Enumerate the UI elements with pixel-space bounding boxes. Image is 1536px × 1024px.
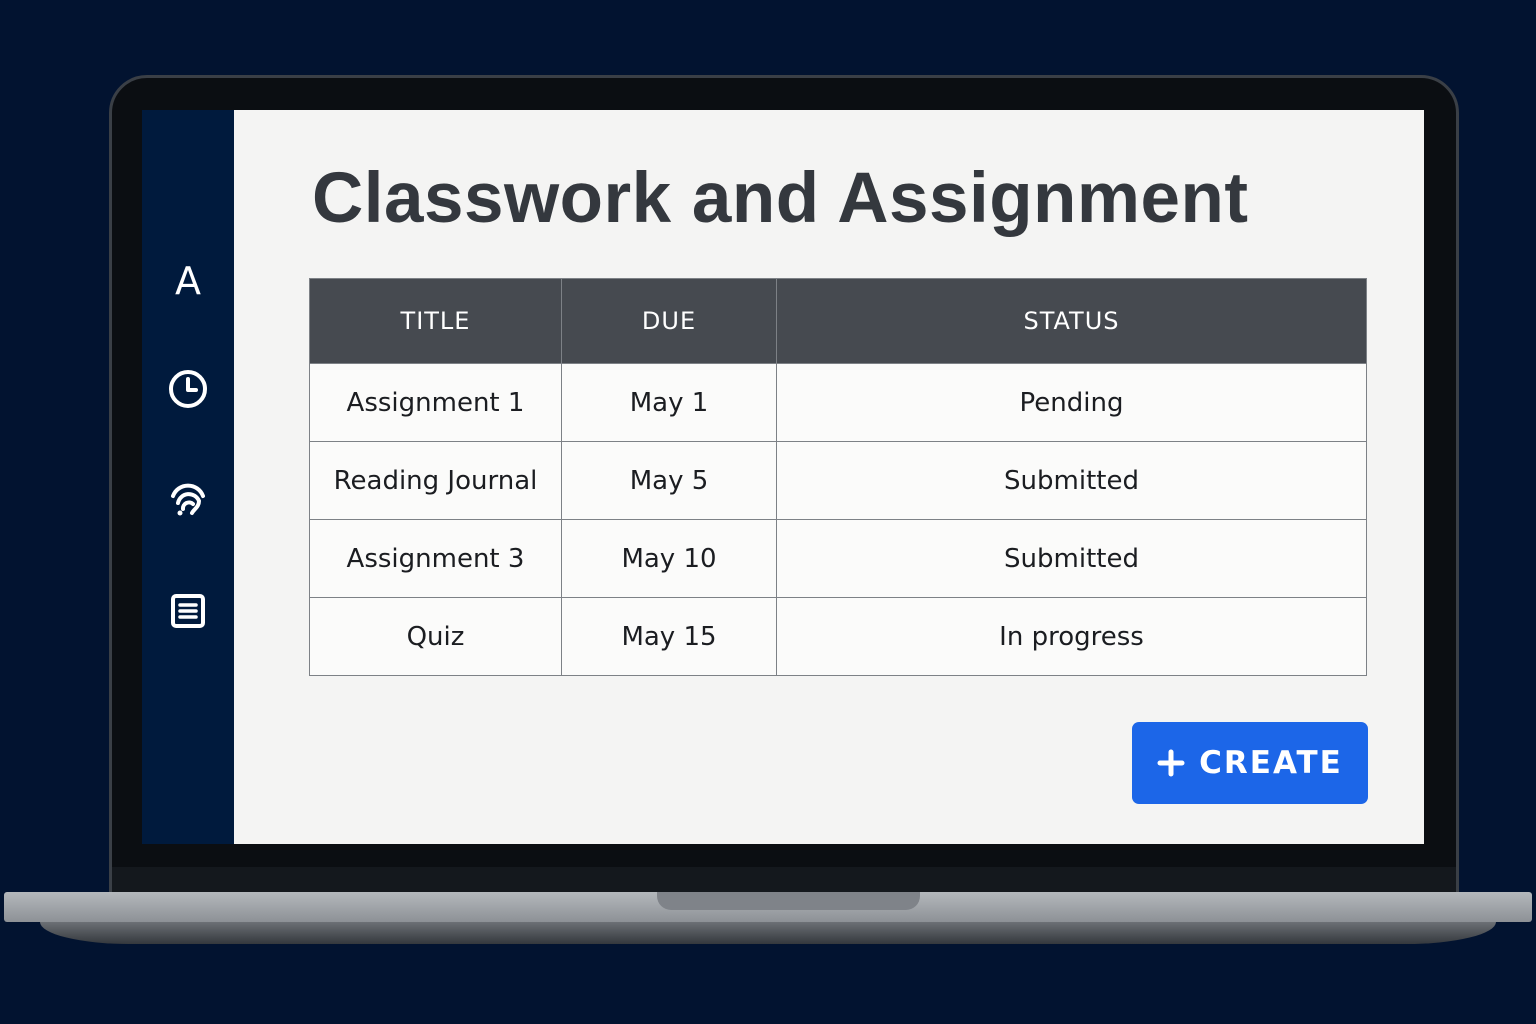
cell-title: Quiz — [309, 597, 562, 676]
document-list-icon — [169, 592, 207, 630]
sidebar-item-broadcast[interactable] — [142, 469, 234, 529]
sidebar-item-letter-a[interactable]: A — [142, 251, 234, 311]
column-header-due[interactable]: DUE — [561, 278, 777, 364]
column-header-status[interactable]: STATUS — [776, 278, 1367, 364]
create-button-label: CREATE — [1199, 745, 1343, 781]
page-title: Classwork and Assignment — [312, 159, 1249, 238]
cell-due: May 15 — [561, 597, 777, 676]
create-button[interactable]: CREATE — [1132, 722, 1368, 804]
app-window: A Classwork and Assignment TITLE DUE STA… — [142, 110, 1424, 844]
cell-title: Assignment 1 — [309, 363, 562, 442]
clock-icon — [167, 368, 209, 410]
cell-status: Submitted — [776, 519, 1367, 598]
table-row[interactable]: Quiz May 15 In progress — [309, 597, 1367, 676]
cell-title: Reading Journal — [309, 441, 562, 520]
cell-due: May 10 — [561, 519, 777, 598]
assignments-table: TITLE DUE STATUS Assignment 1 May 1 Pend… — [309, 278, 1367, 676]
sidebar: A — [142, 110, 234, 844]
table-row[interactable]: Assignment 3 May 10 Submitted — [309, 519, 1367, 598]
cell-status: Pending — [776, 363, 1367, 442]
cell-status: Submitted — [776, 441, 1367, 520]
cell-due: May 5 — [561, 441, 777, 520]
cell-status: In progress — [776, 597, 1367, 676]
laptop-notch — [657, 892, 920, 910]
letter-a-icon: A — [175, 259, 201, 303]
sidebar-item-documents[interactable] — [142, 581, 234, 641]
broadcast-icon — [168, 479, 208, 519]
laptop-base-underside — [40, 922, 1496, 944]
table-row[interactable]: Assignment 1 May 1 Pending — [309, 363, 1367, 442]
cell-due: May 1 — [561, 363, 777, 442]
column-header-title[interactable]: TITLE — [309, 278, 562, 364]
cell-title: Assignment 3 — [309, 519, 562, 598]
table-row[interactable]: Reading Journal May 5 Submitted — [309, 441, 1367, 520]
sidebar-item-clock[interactable] — [142, 359, 234, 419]
plus-icon — [1157, 749, 1185, 777]
table-header-row: TITLE DUE STATUS — [309, 278, 1367, 364]
